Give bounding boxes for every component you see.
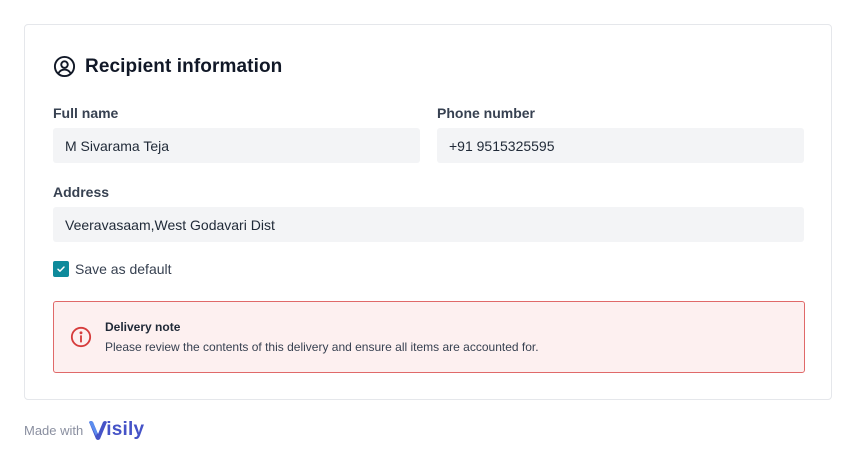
alert-body: Please review the contents of this deliv… — [105, 340, 539, 354]
full-name-field: Full name — [53, 104, 420, 163]
alert-title: Delivery note — [105, 320, 181, 334]
check-icon — [57, 266, 65, 272]
full-name-input[interactable] — [53, 128, 420, 163]
full-name-label: Full name — [53, 105, 119, 121]
card-title: Recipient information — [85, 55, 283, 77]
card-header: Recipient information — [53, 55, 282, 78]
delivery-note-alert: Delivery note Please review the contents… — [53, 301, 805, 373]
visily-logo[interactable]: isily — [88, 418, 144, 442]
address-input[interactable] — [53, 207, 804, 242]
visily-v-logo-icon — [89, 421, 108, 440]
save-default-checkbox[interactable] — [53, 261, 69, 277]
made-with-text: Made with — [24, 422, 84, 438]
recipient-card: Recipient information Full name Phone nu… — [24, 24, 832, 400]
phone-number-input[interactable] — [437, 128, 804, 163]
address-field: Address — [53, 183, 804, 242]
save-default-row: Save as default — [53, 261, 172, 277]
phone-number-field: Phone number — [437, 104, 804, 163]
save-default-label[interactable]: Save as default — [75, 261, 172, 277]
phone-number-label: Phone number — [437, 105, 536, 121]
made-with-footer: Made with isily — [24, 418, 144, 442]
address-label: Address — [53, 184, 110, 200]
user-circle-icon — [53, 55, 76, 78]
brand-name: isily — [106, 419, 145, 440]
info-circle-icon — [70, 326, 92, 348]
